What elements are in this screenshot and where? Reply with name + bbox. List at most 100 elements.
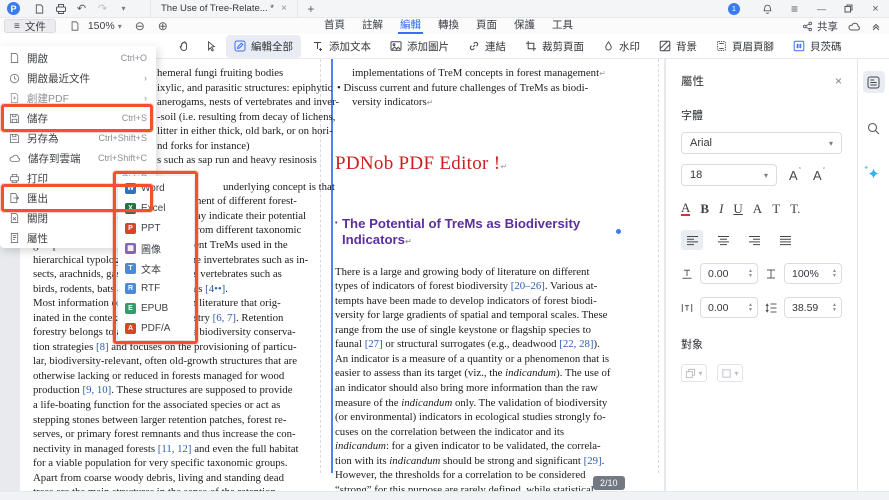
tab-page[interactable]: 頁面 [474,18,499,34]
superscript-button[interactable]: T [772,201,780,217]
close-button[interactable]: × [862,0,889,18]
select-tool-button[interactable] [199,36,223,57]
menu-item-save-to-cloud[interactable]: 儲存到雲端Ctrl+Shift+C [0,148,156,168]
tab-tools[interactable]: 工具 [550,18,575,34]
new-tab-button[interactable]: + [298,2,324,16]
print-icon[interactable] [50,3,71,15]
decrease-font-size-button[interactable]: Aˇ [813,168,825,183]
menu-item-create-pdf[interactable]: 創建PDF› [0,88,156,108]
export-pdfa[interactable]: APDF/A [118,318,194,338]
file-menu-button[interactable]: ≡ 文件 [4,19,56,33]
doc-line: However, the thresholds for a correlatio… [335,468,629,483]
object-align-button[interactable]: ▾ [717,364,743,382]
menu-icon[interactable]: ≡ [781,0,808,18]
tab-close-icon[interactable]: × [281,3,287,14]
bell-icon[interactable] [754,3,781,15]
panel-close-icon[interactable]: × [835,74,842,88]
tab-edit[interactable]: 編輯 [398,18,423,34]
doc-line: a life-boating function for the associat… [33,398,327,413]
line-height-input[interactable]: 38.59▲▼ [784,297,842,318]
underline-button[interactable]: U [733,201,742,217]
share-label: 共享 [817,19,838,34]
restore-button[interactable] [835,4,862,13]
bold-button[interactable]: B [700,201,709,217]
font-size-select[interactable]: 18▾ [681,164,777,186]
menu-item-save[interactable]: 儲存Ctrl+S [0,108,156,128]
link-button[interactable]: 連結 [460,35,514,58]
word-spacing-input[interactable]: 0.00▲▼ [700,297,758,318]
export-word[interactable]: WWord [118,178,194,198]
edit-all-button[interactable]: 編輯全部 [226,35,301,58]
minimize-button[interactable]: — [808,0,835,18]
notification-badge[interactable]: 1 [728,3,740,15]
chevron-down-icon: ▾ [764,171,768,180]
export-ppt[interactable]: PPPT [118,218,194,238]
tab-annotate[interactable]: 註解 [360,18,385,34]
strikethrough-button[interactable]: A [753,201,762,217]
tab-protect[interactable]: 保護 [512,18,537,34]
open-file-icon [9,52,20,64]
header-footer-button[interactable]: 頁眉頁腳 [708,35,782,58]
export-excel[interactable]: XExcel [118,198,194,218]
properties-rail-button[interactable] [863,71,885,93]
menu-item-save-as[interactable]: 另存為Ctrl+Shift+S [0,128,156,148]
crop-page-button[interactable]: 裁剪頁面 [517,35,592,58]
export-rtf[interactable]: RRTF [118,278,194,298]
stepper-icons[interactable]: ▲▼ [748,269,753,278]
stepper-icons[interactable]: ▲▼ [748,303,753,312]
italic-button[interactable]: I [719,201,723,217]
right-text-column[interactable]: implementations of TreM concepts in fore… [335,66,629,491]
doc-line: stepping stones between larger retention… [33,413,327,428]
search-icon[interactable] [863,117,885,139]
cloud-save-icon [9,153,21,163]
save-file-icon[interactable] [29,3,50,15]
share-button[interactable]: 共享 [802,19,838,34]
doc-line: versity indicators↵ [335,95,629,110]
page-fit-icon[interactable] [70,20,80,32]
tab-convert[interactable]: 轉換 [436,18,461,34]
add-image-icon [390,40,402,52]
stepper-icons[interactable]: ▲▼ [832,303,837,312]
tab-home[interactable]: 首頁 [322,18,347,34]
doc-line: An indicator is a measure of a quantity … [335,352,629,367]
ai-sparkle-icon[interactable]: ✦✦ [863,163,885,185]
font-section-label: 字體 [681,107,842,123]
zoom-in-icon[interactable]: ⊕ [158,19,168,33]
align-right-button[interactable] [743,230,765,250]
align-justify-button[interactable] [774,230,796,250]
undo-icon[interactable]: ↶ [71,0,92,18]
zoom-dropdown-icon[interactable]: ▾ [118,22,122,31]
bates-number-button[interactable]: 貝茨碼 [785,35,850,58]
menu-item-open[interactable]: 開啟Ctrl+O [0,48,156,68]
align-center-button[interactable] [712,230,734,250]
document-tab[interactable]: The Use of Tree-Relate... * × [150,0,298,18]
watermark-button[interactable]: 水印 [595,35,648,58]
align-left-button[interactable] [681,230,703,250]
properties-panel: 屬性 × 字體 Arial▾ 18▾ Aˆ Aˇ A B I U A T T. [665,59,857,491]
char-spacing-input[interactable]: 0.00▲▼ [700,263,758,284]
redo-icon[interactable]: ↷ [92,0,113,18]
menubar: ≡ 文件 150% ▾ ⊖ ⊕ 首頁 註解 編輯 轉換 頁面 保護 工具 共享 [0,18,889,34]
object-arrange-button[interactable]: ▾ [681,364,707,382]
font-family-select[interactable]: Arial▾ [681,132,842,154]
increase-font-size-button[interactable]: Aˆ [789,168,801,183]
stepper-icons[interactable]: ▲▼ [832,269,837,278]
menu-item-open-recent[interactable]: 開啟最近文件› [0,68,156,88]
zoom-level-value[interactable]: 150% [88,20,115,32]
export-text[interactable]: T文本 [118,258,194,278]
collapse-toolbar-icon[interactable] [871,21,881,31]
add-image-button[interactable]: 添加圖片 [382,35,457,58]
background-button[interactable]: 背景 [651,35,705,58]
add-text-button[interactable]: 添加文本 [304,35,379,58]
print-menu-icon [9,173,20,184]
font-color-button[interactable]: A [681,202,690,216]
cloud-icon[interactable] [848,21,861,32]
toolbar-more-icon[interactable]: ▾ [113,0,134,18]
horizontal-scale-input[interactable]: 100%▲▼ [784,263,842,284]
zoom-out-icon[interactable]: ⊖ [135,19,145,33]
subscript-button[interactable]: T. [790,201,800,217]
export-image[interactable]: ▦圖像 [118,238,194,258]
image-format-icon: ▦ [125,243,136,254]
export-epub[interactable]: EEPUB [118,298,194,318]
hand-tool-button[interactable] [172,36,196,57]
